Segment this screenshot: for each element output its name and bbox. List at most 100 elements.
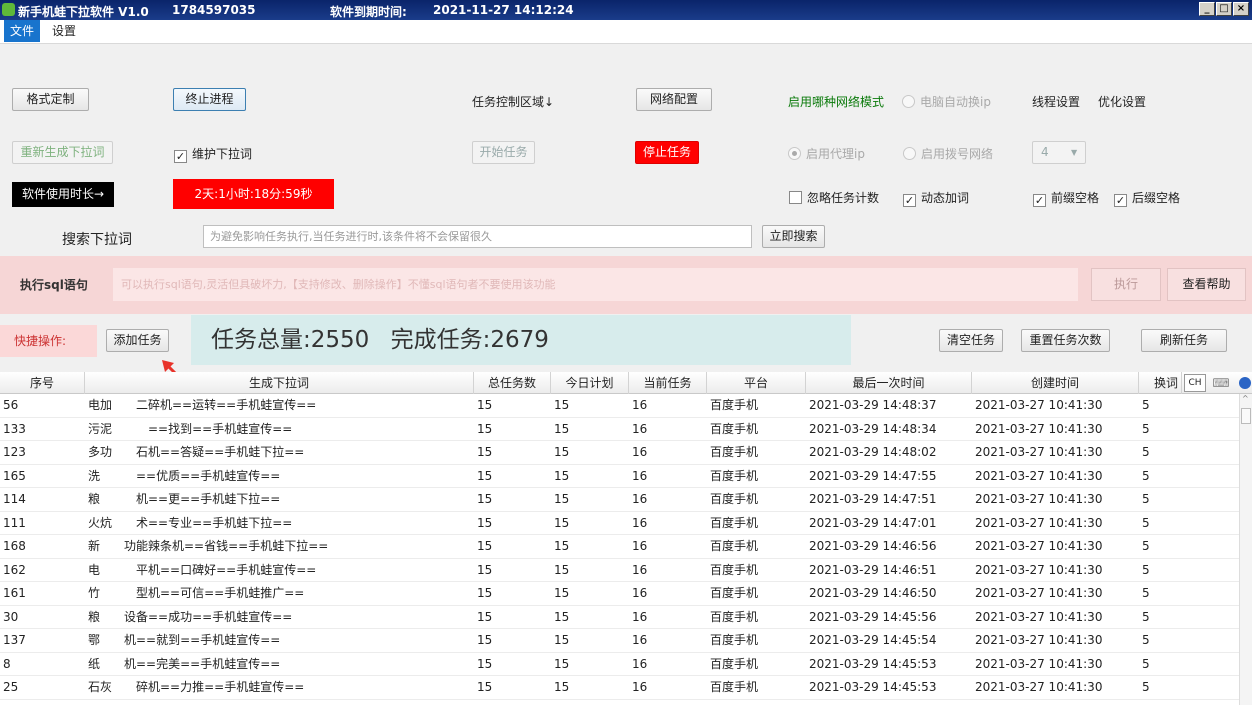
cell-current: 16 <box>632 515 648 530</box>
prefix-space-checkbox[interactable]: ✓ 前缀空格 <box>1033 189 1099 207</box>
cell-total: 15 <box>477 609 493 624</box>
cell-id: 123 <box>3 445 26 459</box>
add-task-button[interactable]: 添加任务 <box>106 329 169 352</box>
reset-count-button[interactable]: 重置任务次数 <box>1021 329 1110 352</box>
cell-created: 2021-03-27 10:41:30 <box>975 586 1103 600</box>
ignore-count-checkbox[interactable]: 忽略任务计数 <box>789 189 879 206</box>
dialup-radio[interactable]: 启用拨号网络 <box>903 145 993 162</box>
table-row[interactable]: 161 竹 型机==可信==手机蛙推广== 15 15 16 百度手机 2021-03-29… <box>0 582 1240 606</box>
sql-help-button[interactable]: 查看帮助 <box>1167 268 1246 301</box>
cell-created: 2021-03-27 10:41:30 <box>975 680 1103 694</box>
menu-settings[interactable]: 设置 <box>46 20 82 42</box>
table-row[interactable]: 30 粮 设备==成功==手机蛙宣传== 15 15 16 百度手机 2021-03-29 … <box>0 606 1240 629</box>
cell-keyword: 纸 机==完美==手机蛙宣传== <box>88 656 281 671</box>
cell-today: 15 <box>554 421 570 436</box>
table-row[interactable]: 137 鄂 机==就到==手机蛙宣传== 15 15 16 百度手机 2021-03-29 … <box>0 629 1240 653</box>
refresh-tasks-button[interactable]: 刷新任务 <box>1141 329 1227 352</box>
col-today[interactable]: 今日计划 <box>551 372 629 394</box>
format-button[interactable]: 格式定制 <box>12 88 89 111</box>
proxy-radio[interactable]: 启用代理ip <box>788 145 865 162</box>
cell-total: 15 <box>477 539 493 553</box>
sql-label: 执行sql语句 <box>20 278 88 292</box>
table-row[interactable]: 168 新 功能辣条机==省钱==手机蛙下拉== 15 15 16 百度手机 2021-03… <box>0 535 1240 559</box>
cell-id: 8 <box>3 656 11 671</box>
table-row[interactable]: 114 粮 机==更==手机蛙下拉== 15 15 16 百度手机 2021-03-29 1… <box>0 488 1240 512</box>
table-row[interactable]: 56 电加 二碎机==运转==手机蛙宣传== 15 15 16 百度手机 2021-03-2… <box>0 394 1240 418</box>
cell-today: 15 <box>554 656 570 671</box>
col-id[interactable]: 序号 <box>0 372 85 394</box>
cell-last-time: 2021-03-29 14:48:02 <box>809 445 937 459</box>
cell-current: 16 <box>632 468 648 483</box>
cell-keyword: 污泥 ==找到==手机蛙宣传== <box>88 421 293 436</box>
cell-swap: 5 <box>1142 586 1150 600</box>
search-input[interactable]: 为避免影响任务执行,当任务进行时,该条件将不会保留很久 <box>203 225 752 248</box>
table-row[interactable]: 8 纸 机==完美==手机蛙宣传== 15 15 16 百度手机 2021-03-29 14… <box>0 653 1240 676</box>
col-swap[interactable]: 换词 <box>1139 372 1182 394</box>
col-created[interactable]: 创建时间 <box>972 372 1139 394</box>
sql-execute-button[interactable]: 执行 <box>1091 268 1161 301</box>
cell-total: 15 <box>477 680 493 694</box>
cell-swap: 5 <box>1142 492 1150 506</box>
cell-id: 137 <box>3 633 26 647</box>
table-row[interactable]: 165 洗 ==优质==手机蛙宣传== 15 15 16 百度手机 2021-03-29 1… <box>0 465 1240 488</box>
col-total[interactable]: 总任务数 <box>474 372 551 394</box>
cell-created: 2021-03-27 10:41:30 <box>975 398 1103 412</box>
ignore-count-label: 忽略任务计数 <box>807 191 880 205</box>
col-keyword[interactable]: 生成下拉词 <box>85 372 474 394</box>
radio-icon <box>902 95 915 108</box>
network-config-button[interactable]: 网络配置 <box>636 88 712 111</box>
cell-last-time: 2021-03-29 14:45:54 <box>809 633 937 647</box>
scroll-thumb[interactable] <box>1241 408 1251 424</box>
optimize-settings-link[interactable]: 优化设置 <box>1098 93 1146 110</box>
auto-ip-radio[interactable]: 电脑自动换ip <box>902 93 991 110</box>
stop-task-button[interactable]: 停止任务 <box>635 141 699 164</box>
cell-created: 2021-03-27 10:41:30 <box>975 515 1103 530</box>
cell-total: 15 <box>477 656 493 671</box>
cell-today: 15 <box>554 539 570 553</box>
scroll-up-icon[interactable]: ^ <box>1242 394 1249 403</box>
auto-ip-label: 电脑自动换ip <box>920 95 991 109</box>
cell-current: 16 <box>632 656 648 671</box>
table-row[interactable]: 133 污泥 ==找到==手机蛙宣传== 15 15 16 百度手机 2021-03-29 … <box>0 418 1240 441</box>
minimize-button[interactable]: _ <box>1199 2 1215 16</box>
cell-today: 15 <box>554 680 570 694</box>
regenerate-button[interactable]: 重新生成下拉词 <box>12 141 113 164</box>
table-row[interactable]: 25 石灰 碎机==力推==手机蛙宣传== 15 15 16 百度手机 2021-03-29… <box>0 676 1240 700</box>
cell-today: 15 <box>554 633 570 647</box>
col-platform[interactable]: 平台 <box>707 372 806 394</box>
dynamic-word-checkbox[interactable]: ✓ 动态加词 <box>903 189 969 207</box>
col-last-time[interactable]: 最后一次时间 <box>806 372 972 394</box>
close-button[interactable]: × <box>1233 2 1249 16</box>
cell-keyword: 鄂 机==就到==手机蛙宣传== <box>88 633 281 647</box>
col-current[interactable]: 当前任务 <box>629 372 707 394</box>
table-row[interactable]: 123 多功 石机==答疑==手机蛙下拉== 15 15 16 百度手机 2021-03-2… <box>0 441 1240 465</box>
cell-last-time: 2021-03-29 14:45:53 <box>809 680 937 694</box>
sql-input[interactable]: 可以执行sql语句,灵活但具破坏力,【支持修改、删除操作】不懂sql语句者不要使… <box>113 268 1078 301</box>
window-id: 1784597035 <box>172 3 256 17</box>
thread-settings-link[interactable]: 线程设置 <box>1032 93 1080 110</box>
maximize-button[interactable]: □ <box>1216 2 1232 16</box>
table-row[interactable]: 111 火炕 术==专业==手机蛙下拉== 15 15 16 百度手机 2021-03-29… <box>0 512 1240 535</box>
cell-id: 30 <box>3 609 19 624</box>
clear-tasks-button[interactable]: 清空任务 <box>939 329 1003 352</box>
menu-file[interactable]: 文件 <box>4 20 41 42</box>
dialup-label: 启用拨号网络 <box>921 147 994 161</box>
search-button[interactable]: 立即搜索 <box>762 225 825 248</box>
task-summary: 任务总量:2550 完成任务:2679 <box>191 315 851 365</box>
thread-count-select[interactable]: 4 ▼ <box>1032 141 1086 164</box>
suffix-space-checkbox[interactable]: ✓ 后缀空格 <box>1114 189 1180 207</box>
cell-current: 16 <box>632 562 648 577</box>
cell-last-time: 2021-03-29 14:46:56 <box>809 539 937 553</box>
cell-swap: 5 <box>1142 680 1150 694</box>
usage-label: 软件使用时长→ <box>12 182 115 207</box>
cell-platform: 百度手机 <box>710 680 759 694</box>
stop-process-button[interactable]: 终止进程 <box>173 88 246 111</box>
radio-icon <box>903 147 916 160</box>
cell-swap: 5 <box>1142 421 1150 436</box>
cell-platform: 百度手机 <box>710 539 759 553</box>
vertical-scrollbar[interactable]: ^ <box>1239 394 1252 705</box>
maintain-checkbox[interactable]: ✓ 维护下拉词 <box>174 145 252 163</box>
cell-current: 16 <box>632 492 648 506</box>
table-row[interactable]: 162 电 平机==口碑好==手机蛙宣传== 15 15 16 百度手机 2021-03-2… <box>0 559 1240 582</box>
start-task-button[interactable]: 开始任务 <box>472 141 535 164</box>
